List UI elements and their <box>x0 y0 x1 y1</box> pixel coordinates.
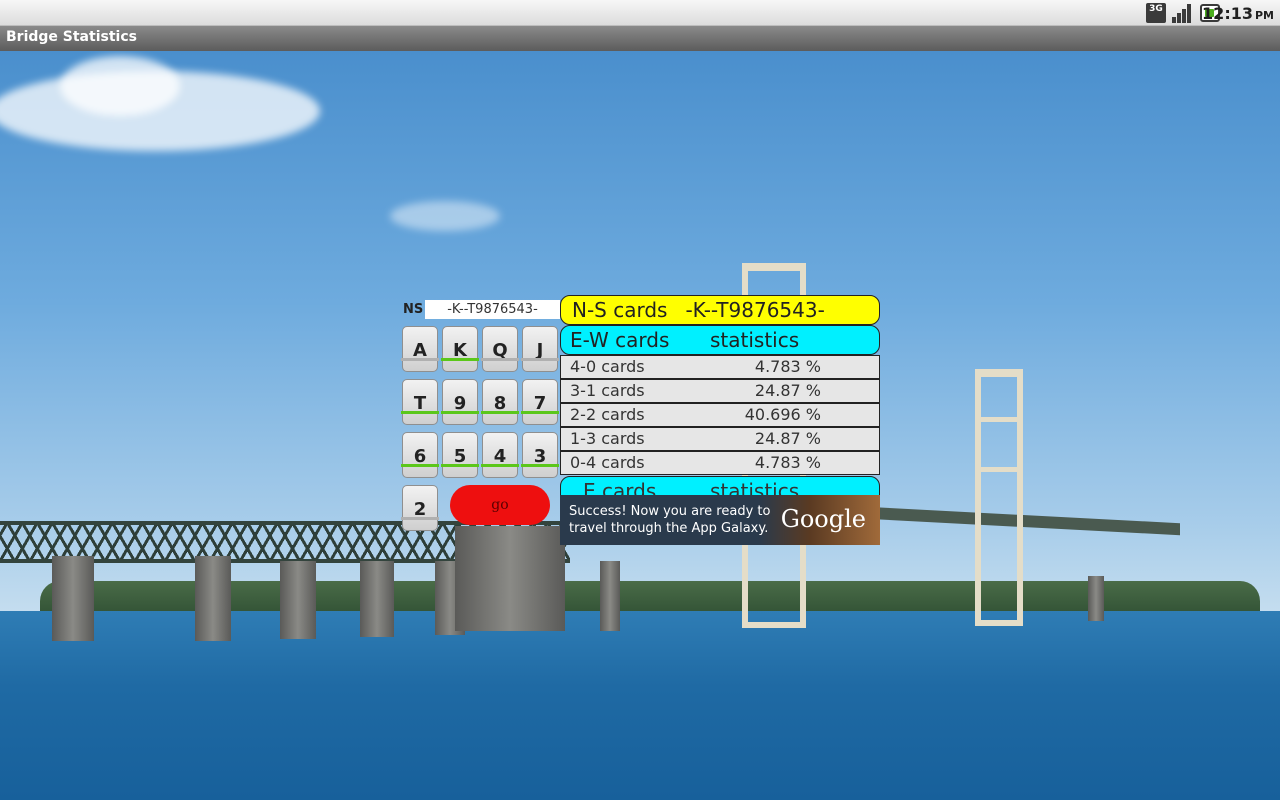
card-key-t[interactable]: T <box>401 379 439 425</box>
app-title-bar: Bridge Statistics <box>0 26 1280 51</box>
key-indicator <box>521 464 559 467</box>
bridge-pier <box>195 556 231 641</box>
card-key-q[interactable]: Q <box>481 326 519 372</box>
card-key-9[interactable]: 9 <box>441 379 479 425</box>
card-key-a[interactable]: A <box>401 326 439 372</box>
ew-cards-header: E-W cards statistics <box>560 325 880 355</box>
ew-cards-label: E-W cards <box>570 328 670 352</box>
key-indicator <box>441 358 479 361</box>
card-key-8[interactable]: 8 <box>481 379 519 425</box>
signal-strength-icon <box>1172 3 1194 23</box>
distribution: 0-4 cards <box>570 453 645 472</box>
ad-banner[interactable]: Success! Now you are ready to travel thr… <box>560 495 880 545</box>
key-indicator <box>521 358 559 361</box>
app-title: Bridge Statistics <box>6 29 137 45</box>
clock-ampm: PM <box>1254 9 1274 22</box>
bridge-pier <box>1088 576 1104 621</box>
key-indicator <box>401 517 439 520</box>
bridge-pier <box>280 561 316 639</box>
card-key-3[interactable]: 3 <box>521 432 559 478</box>
network-3g-icon: 3G <box>1146 3 1166 23</box>
distribution: 1-3 cards <box>570 429 645 448</box>
key-indicator <box>481 411 519 414</box>
status-bar: 3G 12:13 PM <box>0 0 1280 26</box>
percentage: 4.783 % <box>754 357 821 376</box>
distribution: 3-1 cards <box>570 381 645 400</box>
card-key-5[interactable]: 5 <box>441 432 479 478</box>
ns-cards-header: N-S cards -K--T9876543- <box>560 295 880 325</box>
bridge-pier <box>455 526 565 631</box>
card-key-2[interactable]: 2 <box>401 485 439 531</box>
clock-time: 12:13 <box>1202 4 1253 23</box>
key-indicator <box>401 358 439 361</box>
bridge-pier <box>360 561 394 637</box>
bridge-tower <box>975 369 1023 626</box>
cloud <box>390 201 500 231</box>
percentage: 40.696 % <box>744 405 821 424</box>
card-key-j[interactable]: J <box>521 326 559 372</box>
stat-row: 4-0 cards 4.783 % <box>560 355 880 379</box>
card-key-7[interactable]: 7 <box>521 379 559 425</box>
ns-cards-value: -K--T9876543- <box>685 298 825 322</box>
go-button[interactable]: go <box>450 485 550 525</box>
stat-row: 0-4 cards 4.783 % <box>560 451 880 475</box>
google-logo: Google <box>780 505 866 533</box>
key-indicator <box>401 464 439 467</box>
card-key-k[interactable]: K <box>441 326 479 372</box>
card-key-4[interactable]: 4 <box>481 432 519 478</box>
ns-cards-label: N-S cards <box>572 298 668 322</box>
key-indicator <box>441 464 479 467</box>
key-indicator <box>521 411 559 414</box>
distribution: 4-0 cards <box>570 357 645 376</box>
stat-row: 2-2 cards 40.696 % <box>560 403 880 427</box>
key-indicator <box>441 411 479 414</box>
clock: 12:13 PM <box>1202 4 1274 23</box>
bridge-pier <box>52 556 94 641</box>
key-indicator <box>401 411 439 414</box>
card-key-6[interactable]: 6 <box>401 432 439 478</box>
ns-label: NS <box>403 302 424 317</box>
ew-statistics-label: statistics <box>710 328 800 352</box>
ns-cards-input[interactable] <box>425 300 560 319</box>
key-indicator <box>481 464 519 467</box>
stat-row: 3-1 cards 24.87 % <box>560 379 880 403</box>
cloud <box>60 56 180 116</box>
stat-row: 1-3 cards 24.87 % <box>560 427 880 451</box>
percentage: 24.87 % <box>754 429 821 448</box>
water <box>0 611 1280 800</box>
key-indicator <box>481 358 519 361</box>
bridge-pier <box>600 561 620 631</box>
percentage: 24.87 % <box>754 381 821 400</box>
percentage: 4.783 % <box>754 453 821 472</box>
ad-text: Success! Now you are ready to travel thr… <box>569 504 771 536</box>
distribution: 2-2 cards <box>570 405 645 424</box>
